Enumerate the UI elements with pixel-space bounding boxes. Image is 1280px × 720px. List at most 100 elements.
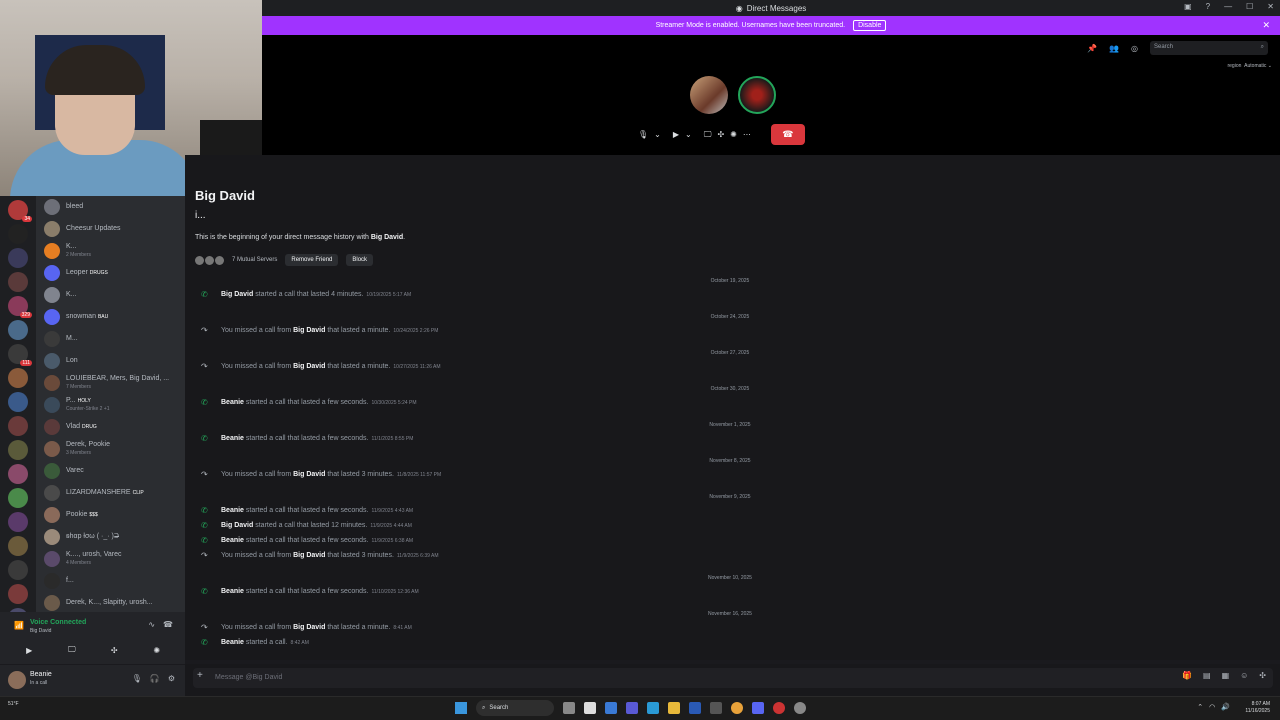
message-author[interactable]: Beanie — [221, 435, 244, 442]
end-call-button[interactable]: ☎ — [770, 124, 805, 145]
server-icon[interactable] — [8, 488, 28, 508]
message-author[interactable]: Beanie — [221, 588, 244, 595]
dm-list-item[interactable]: Derek, K..., Slapitty, urosh... — [36, 592, 185, 612]
avatar[interactable] — [8, 671, 26, 689]
pin-icon[interactable]: 📌 — [1087, 44, 1097, 53]
noise-suppression-icon[interactable]: ∿ — [148, 620, 155, 629]
close-window-button[interactable]: ✕ — [1267, 2, 1274, 11]
apps-icon[interactable]: ✣ — [1259, 671, 1266, 680]
block-button[interactable]: Block — [346, 254, 374, 266]
gif-icon[interactable]: ▤ — [1203, 671, 1211, 680]
dm-list-item[interactable]: ꞩhαp łσω ( ·_· )ᑐ̶̶̶̶̶̶̶̶̶̶ — [36, 526, 185, 548]
obs-icon[interactable] — [773, 702, 785, 714]
message-author[interactable]: Big David — [221, 522, 253, 529]
headphones-icon[interactable]: 🎧 — [150, 674, 160, 683]
task-view-icon[interactable] — [563, 702, 575, 714]
search-input[interactable]: Search ⌕ — [1150, 41, 1268, 55]
message-author[interactable]: Beanie — [221, 507, 244, 514]
server-icon[interactable] — [8, 368, 28, 388]
dm-list-item[interactable]: Varec — [36, 460, 185, 482]
chevron-up-icon[interactable]: ⌃ — [1197, 703, 1203, 711]
remove-friend-button[interactable]: Remove Friend — [285, 254, 339, 266]
voice-channel[interactable]: Big David — [30, 628, 51, 634]
teams-icon[interactable] — [626, 702, 638, 714]
terminal-icon[interactable] — [710, 702, 722, 714]
server-icon[interactable] — [8, 248, 28, 268]
gear-icon[interactable]: ⚙ — [168, 674, 175, 683]
server-icon[interactable]: 34 — [8, 200, 32, 222]
server-icon[interactable] — [8, 560, 28, 580]
mic-control[interactable]: 🎙 ⌄ — [632, 124, 667, 145]
camera-control[interactable]: ▶ ⌄ — [667, 124, 698, 145]
server-icon[interactable] — [8, 512, 28, 532]
dm-list-item[interactable]: K... 2 Members — [36, 240, 185, 262]
dm-list-item[interactable]: K...., urosh, Varec 4 Members — [36, 548, 185, 570]
dm-list-item[interactable]: LOUIEBEAR, Mers, Big David, ... 7 Members — [36, 372, 185, 394]
soundboard-button[interactable]: ✺ — [139, 642, 175, 658]
message-author[interactable]: Big David — [293, 624, 325, 631]
dm-list-item[interactable]: Derek, Pookie 3 Members — [36, 438, 185, 460]
add-friends-icon[interactable]: 👥 — [1109, 44, 1119, 53]
add-attachment-icon[interactable]: + — [197, 670, 203, 681]
message-author[interactable]: Big David — [221, 291, 253, 298]
disable-streamer-mode-button[interactable]: Disable — [853, 20, 887, 31]
server-icon[interactable] — [8, 440, 28, 460]
taskbar-search[interactable]: ⌕ Search — [476, 700, 554, 716]
microphone-icon[interactable]: 🎙 — [132, 674, 142, 683]
dm-list-item[interactable]: bleed — [36, 196, 185, 218]
volume-icon[interactable]: 🔊 — [1221, 703, 1230, 711]
outlook-icon[interactable] — [689, 702, 701, 714]
message-author[interactable]: Beanie — [221, 639, 244, 646]
server-icon[interactable] — [8, 224, 28, 244]
inbox-icon[interactable]: ▣ — [1184, 2, 1192, 11]
server-icon[interactable] — [8, 536, 28, 556]
message-author[interactable]: Big David — [293, 552, 325, 559]
mutual-servers-label[interactable]: 7 Mutual Servers — [232, 257, 277, 263]
sticker-icon[interactable]: ▦ — [1222, 671, 1230, 680]
region-selector[interactable]: region Automatic ⌄ — [1227, 63, 1272, 69]
dm-list-item[interactable]: f... — [36, 570, 185, 592]
banner-close-icon[interactable]: ✕ — [1262, 20, 1270, 31]
signal-icon[interactable]: 📶 — [14, 621, 24, 630]
dm-list-item[interactable]: Cheesur Updates — [36, 218, 185, 240]
server-icon[interactable] — [8, 392, 28, 412]
gift-icon[interactable]: 🎁 — [1182, 671, 1192, 680]
profile-icon[interactable]: ◎ — [1131, 44, 1138, 53]
call-avatar-beanie[interactable] — [690, 76, 728, 114]
emoji-icon[interactable]: ☺ — [1240, 671, 1248, 680]
discord-icon[interactable] — [752, 702, 764, 714]
screen-share-button[interactable]: 🖵 — [54, 642, 90, 658]
dm-list-item[interactable]: snowman BAU — [36, 306, 185, 328]
message-author[interactable]: Big David — [293, 327, 325, 334]
video-button[interactable]: ▶ — [11, 642, 47, 658]
chrome-icon[interactable] — [731, 702, 743, 714]
settings-icon[interactable] — [794, 702, 806, 714]
maximize-button[interactable]: ☐ — [1246, 2, 1253, 11]
start-button[interactable] — [455, 702, 467, 714]
help-icon[interactable]: ? — [1206, 2, 1210, 11]
server-icon[interactable] — [8, 416, 28, 436]
server-icon[interactable] — [8, 320, 28, 340]
dm-list-item[interactable]: Vlad DRUG — [36, 416, 185, 438]
app-icon[interactable] — [605, 702, 617, 714]
file-explorer-icon[interactable] — [668, 702, 680, 714]
share-screen-control[interactable]: 🖵 ✣ ✺ ⋯ — [698, 124, 757, 145]
wifi-icon[interactable]: ◠ — [1209, 703, 1215, 711]
dm-list-item[interactable]: K... — [36, 284, 185, 306]
server-icon[interactable] — [8, 584, 28, 604]
dm-list-item[interactable]: Leoper DRUGS — [36, 262, 185, 284]
dm-list-item[interactable]: P... HOLY Counter-Strike 2 +1 — [36, 394, 185, 416]
server-icon[interactable]: 111 — [8, 344, 32, 366]
activities-button[interactable]: ✣ — [96, 642, 132, 658]
dm-list-item[interactable]: Pookie $$$ — [36, 504, 185, 526]
message-author[interactable]: Beanie — [221, 537, 244, 544]
call-avatar-big-david[interactable] — [738, 76, 776, 114]
clock[interactable]: 8:07 AM 11/16/2025 — [1245, 701, 1270, 715]
message-author[interactable]: Beanie — [221, 399, 244, 406]
disconnect-icon[interactable]: ☎ — [163, 620, 173, 629]
dm-list-item[interactable]: LIZARDMANSHERE CLIP — [36, 482, 185, 504]
dm-list-item[interactable]: M... — [36, 328, 185, 350]
message-author[interactable]: Big David — [293, 471, 325, 478]
server-icon[interactable] — [8, 272, 28, 292]
server-icon[interactable]: 329 — [8, 296, 32, 318]
